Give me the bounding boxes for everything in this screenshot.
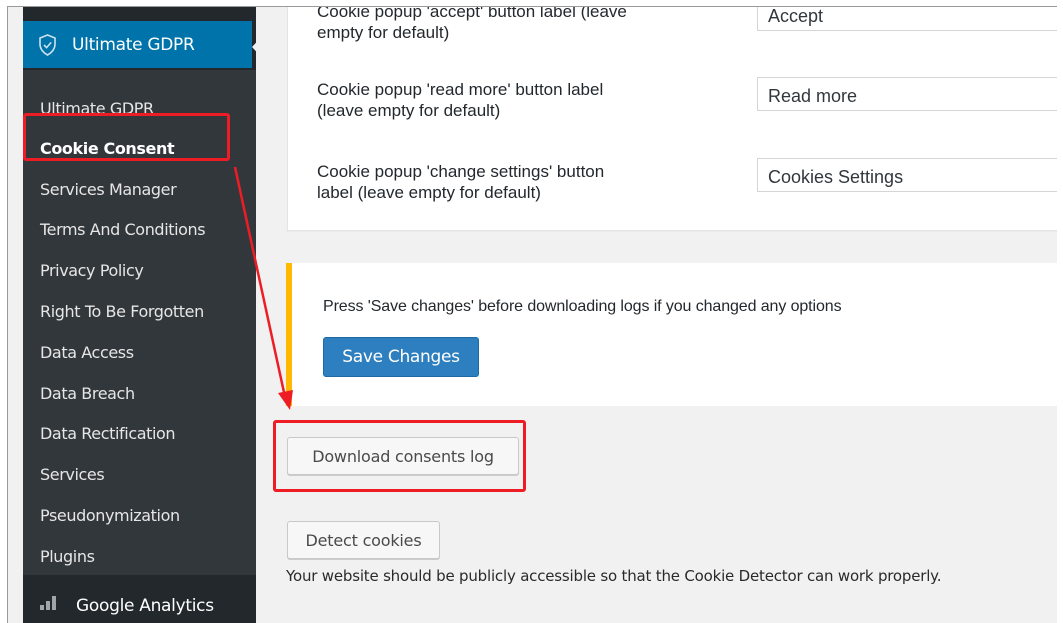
- download-log-highlight-box: [273, 420, 526, 492]
- google-analytics-icon: [40, 596, 56, 610]
- sidebar-item-pseudonymization[interactable]: Pseudonymization: [40, 506, 180, 525]
- sidebar-item-services-manager[interactable]: Services Manager: [40, 180, 177, 199]
- sidebar-item-services[interactable]: Services: [40, 465, 105, 484]
- notice-text: Press 'Save changes' before downloading …: [323, 298, 842, 315]
- cookie-consent-highlight-box: [23, 113, 230, 161]
- sidebar-item-data-rectification[interactable]: Data Rectification: [40, 424, 176, 443]
- detect-cookies-button[interactable]: Detect cookies: [287, 521, 440, 559]
- sidebar-section-title: Ultimate GDPR: [72, 35, 195, 55]
- change-settings-label-setting-label: Cookie popup 'change settings' button la…: [317, 162, 605, 202]
- save-changes-button[interactable]: Save Changes: [323, 337, 479, 377]
- screenshot-frame: Ultimate GDPR Ultimate GDPR Cookie Conse…: [7, 6, 1057, 623]
- sidebar-item-ultimate-gdpr-section[interactable]: Ultimate GDPR: [23, 21, 263, 68]
- shield-check-icon: [39, 34, 56, 56]
- admin-sidebar: Ultimate GDPR Ultimate GDPR Cookie Conse…: [23, 7, 263, 623]
- accept-label-input[interactable]: Accept: [757, 7, 1057, 31]
- sidebar-item-plugins[interactable]: Plugins: [40, 547, 95, 566]
- sidebar-item-terms-and-conditions[interactable]: Terms And Conditions: [40, 220, 206, 239]
- sidebar-item-data-breach[interactable]: Data Breach: [40, 384, 135, 403]
- cookie-detector-helper-text: Your website should be publicly accessib…: [286, 567, 942, 585]
- save-notice: [286, 263, 1057, 406]
- sidebar-item-data-access[interactable]: Data Access: [40, 343, 134, 362]
- sidebar-item-right-to-be-forgotten[interactable]: Right To Be Forgotten: [40, 302, 204, 321]
- current-menu-pointer: [252, 35, 263, 59]
- change-settings-label-input[interactable]: Cookies Settings: [757, 158, 1057, 192]
- sidebar-item-privacy-policy[interactable]: Privacy Policy: [40, 261, 144, 280]
- accept-label-setting-label: Cookie popup 'accept' button label (leav…: [317, 6, 627, 42]
- read-more-label-setting-label: Cookie popup 'read more' button label (l…: [317, 80, 604, 120]
- sidebar-item-google-analytics[interactable]: Google Analytics: [23, 582, 256, 623]
- sidebar-item-label: Google Analytics: [76, 596, 214, 616]
- read-more-label-input[interactable]: Read more: [757, 77, 1057, 111]
